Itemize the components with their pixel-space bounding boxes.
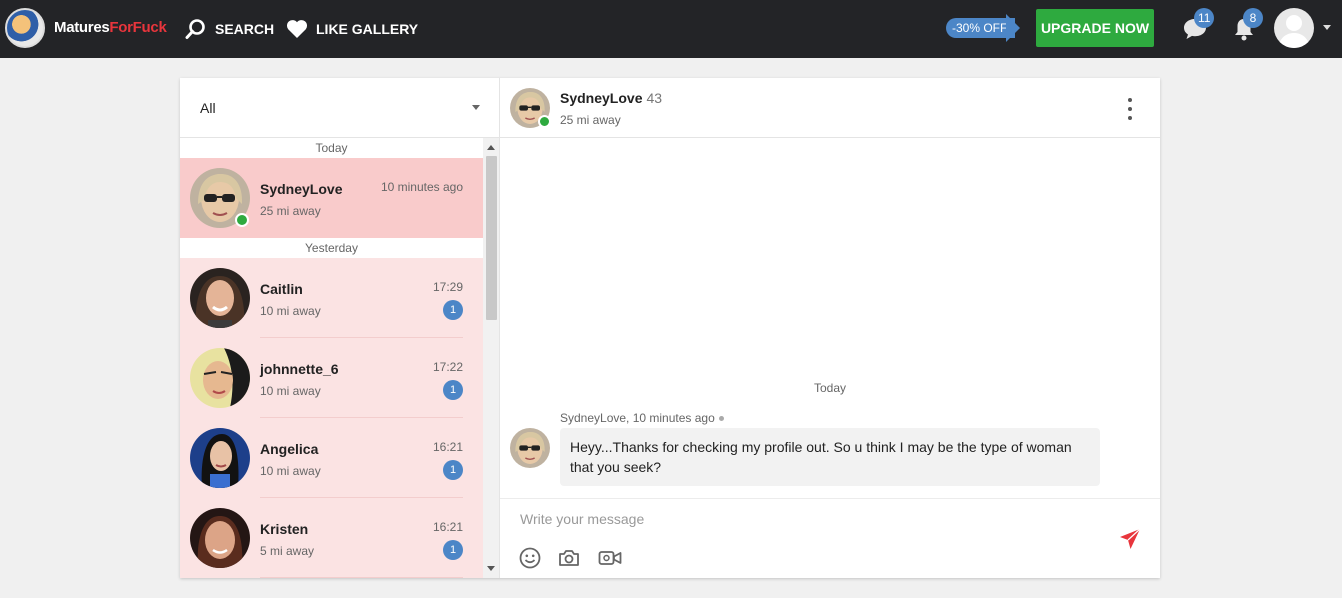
unread-count-badge: 1 bbox=[443, 380, 463, 400]
unread-count-badge: 1 bbox=[443, 300, 463, 320]
message-date-separator: Today bbox=[813, 381, 847, 395]
more-vertical-icon[interactable] bbox=[1120, 98, 1140, 120]
arrow-right-icon bbox=[1006, 14, 1020, 42]
nav-search[interactable]: SEARCH bbox=[185, 18, 274, 40]
unread-count-badge: 1 bbox=[443, 460, 463, 480]
conversation-name: Caitlin bbox=[260, 281, 303, 297]
filter-selected-value: All bbox=[200, 100, 216, 116]
conversation-time: 17:22 bbox=[432, 360, 463, 374]
conversation-item[interactable]: Caitlin 10 mi away 17:29 1 bbox=[180, 258, 483, 338]
scroll-down-arrow-icon[interactable] bbox=[487, 566, 495, 571]
message-sender-time: SydneyLove, 10 minutes ago bbox=[560, 411, 715, 425]
conversation-name: johnnette_6 bbox=[260, 361, 339, 377]
smiley-icon[interactable] bbox=[518, 547, 542, 569]
alerts-notification[interactable]: 8 bbox=[1229, 8, 1263, 44]
unread-count-badge: 1 bbox=[443, 540, 463, 560]
conversation-time: 16:21 bbox=[432, 440, 463, 454]
conversation-item[interactable]: Kristen 5 mi away 16:21 1 bbox=[180, 498, 483, 578]
conversation-name: Angelica bbox=[260, 441, 319, 457]
message-input[interactable] bbox=[510, 507, 1090, 531]
divider bbox=[260, 577, 463, 578]
nav-search-label: SEARCH bbox=[215, 21, 275, 37]
chat-partner-distance: 25 mi away bbox=[560, 113, 621, 127]
conversation-item[interactable]: johnnette_6 10 mi away 17:22 1 bbox=[180, 338, 483, 418]
video-camera-icon[interactable] bbox=[597, 547, 623, 569]
camera-icon[interactable] bbox=[557, 547, 581, 569]
site-logo[interactable] bbox=[5, 8, 45, 48]
alerts-count-badge: 8 bbox=[1243, 8, 1263, 28]
conversation-time: 10 minutes ago bbox=[380, 180, 463, 194]
conversation-item[interactable]: Angelica 10 mi away 16:21 1 bbox=[180, 418, 483, 498]
conversation-distance: 25 mi away bbox=[260, 204, 321, 218]
chat-partner-age: 43 bbox=[646, 90, 663, 106]
conversation-name: Kristen bbox=[260, 521, 309, 537]
conversation-filter-dropdown[interactable]: All bbox=[180, 78, 499, 138]
chat-header: SydneyLove 43 25 mi away bbox=[500, 78, 1160, 138]
conversation-sidebar: All Today SydneyLove 25 mi away 10 minut… bbox=[180, 78, 500, 578]
conversation-time: 17:29 bbox=[432, 280, 463, 294]
conversation-time: 16:21 bbox=[432, 520, 463, 534]
chat-partner-name[interactable]: SydneyLove 43 bbox=[560, 90, 662, 106]
online-status-indicator bbox=[235, 213, 249, 227]
top-navigation-bar: MaturesForFuck SEARCH LIKE GALLERY -30% … bbox=[0, 0, 1342, 58]
user-avatar[interactable] bbox=[1274, 8, 1314, 48]
messages-notification[interactable]: 11 bbox=[1180, 8, 1215, 44]
date-separator-yesterday: Yesterday bbox=[180, 238, 483, 258]
avatar bbox=[190, 348, 250, 408]
messages-count-badge: 11 bbox=[1194, 8, 1215, 28]
brand-name-part1: Matures bbox=[54, 19, 110, 36]
user-silhouette-icon bbox=[1278, 15, 1310, 48]
conversation-distance: 5 mi away bbox=[260, 544, 315, 558]
conversation-distance: 10 mi away bbox=[260, 464, 321, 478]
avatar bbox=[190, 268, 250, 328]
account-menu-caret-icon[interactable] bbox=[1323, 25, 1331, 30]
brand-name-part2: ForFuck bbox=[109, 19, 167, 36]
conversation-item[interactable]: SydneyLove 25 mi away 10 minutes ago bbox=[180, 158, 483, 238]
search-icon bbox=[185, 19, 205, 39]
conversation-distance: 10 mi away bbox=[260, 384, 321, 398]
discount-label: -30% OFF bbox=[946, 18, 1016, 38]
scroll-up-arrow-icon[interactable] bbox=[487, 145, 495, 150]
conversation-name: SydneyLove bbox=[260, 181, 343, 197]
messenger-panel: All Today SydneyLove 25 mi away 10 minut… bbox=[180, 78, 1160, 578]
upgrade-now-button[interactable]: UPGRADE NOW bbox=[1036, 9, 1154, 47]
message-meta: SydneyLove, 10 minutes ago bbox=[560, 411, 724, 425]
message-status-dot-icon bbox=[718, 416, 724, 422]
conversation-distance: 10 mi away bbox=[260, 304, 321, 318]
message-sender-avatar[interactable] bbox=[510, 428, 550, 468]
conversation-list-scrollbar[interactable] bbox=[483, 138, 499, 578]
nav-like-gallery-label: LIKE GALLERY bbox=[316, 21, 419, 37]
send-icon[interactable] bbox=[1117, 526, 1143, 552]
message-bubble: Heyy...Thanks for checking my profile ou… bbox=[560, 428, 1100, 486]
site-brand-name[interactable]: MaturesForFuck bbox=[54, 19, 167, 36]
scrollbar-thumb[interactable] bbox=[486, 156, 497, 320]
message-composer bbox=[500, 498, 1160, 578]
date-separator-today: Today bbox=[180, 138, 483, 158]
message-thread: Today SydneyLove, 10 minutes ago Heyy...… bbox=[500, 138, 1160, 498]
conversation-list: Today SydneyLove 25 mi away 10 minutes a… bbox=[180, 138, 483, 578]
avatar bbox=[190, 508, 250, 568]
chat-pane: SydneyLove 43 25 mi away Today SydneyLove… bbox=[500, 78, 1160, 578]
avatar bbox=[190, 428, 250, 488]
chevron-down-icon bbox=[472, 105, 480, 110]
heart-icon bbox=[286, 20, 308, 38]
chat-partner-username: SydneyLove bbox=[560, 90, 643, 106]
nav-like-gallery[interactable]: LIKE GALLERY bbox=[286, 18, 418, 40]
online-status-indicator bbox=[538, 115, 551, 128]
